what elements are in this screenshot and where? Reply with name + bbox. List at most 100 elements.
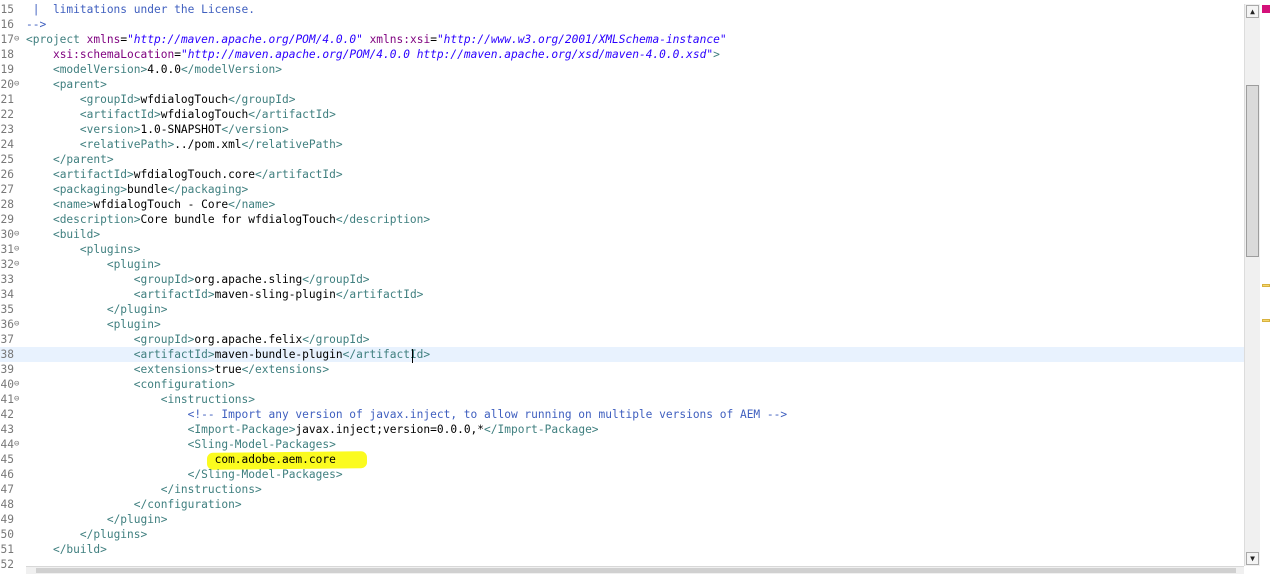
code-line[interactable]: 44 ⊖ <Sling-Model-Packages> bbox=[0, 437, 1244, 452]
code-text: <configuration> bbox=[133, 378, 235, 391]
line-number: 34 bbox=[0, 288, 14, 301]
code-line[interactable]: 33 <groupId>org.apache.sling</groupId> bbox=[0, 272, 1244, 287]
line-number: 16 bbox=[0, 18, 14, 31]
code-line[interactable]: 45 com.adobe.aem.core bbox=[0, 452, 1244, 467]
error-marker-icon[interactable] bbox=[1262, 5, 1270, 13]
code-line[interactable]: 15 | limitations under the License. bbox=[0, 2, 1244, 17]
code-line[interactable]: 35 </plugin> bbox=[0, 302, 1244, 317]
line-number: 31 bbox=[0, 243, 14, 256]
line-number: 25 bbox=[0, 153, 14, 166]
code-editor[interactable]: 15 | limitations under the License. 16 -->… bbox=[0, 0, 1244, 573]
code-text: <packaging>bundle</packaging> bbox=[52, 183, 249, 196]
fold-toggle-icon[interactable]: ⊖ bbox=[14, 257, 24, 272]
fold-toggle-icon[interactable]: ⊖ bbox=[14, 377, 24, 392]
code-text: xsi:schemaLocation="http://maven.apache.… bbox=[52, 48, 720, 61]
code-text: <!-- Import any version of javax.inject,… bbox=[187, 408, 788, 421]
code-line[interactable]: 29 <description>Core bundle for wfdialog… bbox=[0, 212, 1244, 227]
code-line[interactable]: 24 <relativePath>../pom.xml</relativePat… bbox=[0, 137, 1244, 152]
code-text: <modelVersion>4.0.0</modelVersion> bbox=[52, 63, 282, 76]
code-line[interactable]: 40 ⊖ <configuration> bbox=[0, 377, 1244, 392]
fold-toggle-icon[interactable]: ⊖ bbox=[14, 242, 24, 257]
line-number: 42 bbox=[0, 408, 14, 421]
code-line[interactable]: 38 <artifactId>maven-bundle-plugin</arti… bbox=[0, 347, 1244, 362]
line-number: 35 bbox=[0, 303, 14, 316]
code-line[interactable]: 36 ⊖ <plugin> bbox=[0, 317, 1244, 332]
code-line[interactable]: 42 <!-- Import any version of javax.inje… bbox=[0, 407, 1244, 422]
code-text: <artifactId>maven-sling-plugin</artifact… bbox=[133, 288, 424, 301]
code-line[interactable]: 39 <extensions>true</extensions> bbox=[0, 362, 1244, 377]
code-line[interactable]: 32 ⊖ <plugin> bbox=[0, 257, 1244, 272]
warning-marker-icon[interactable] bbox=[1262, 319, 1270, 322]
code-line[interactable]: 28 <name>wfdialogTouch - Core</name> bbox=[0, 197, 1244, 212]
code-line[interactable]: 30 ⊖ <build> bbox=[0, 227, 1244, 242]
line-number: 40 bbox=[0, 378, 14, 391]
horizontal-scroll-thumb[interactable] bbox=[36, 568, 1236, 573]
fold-toggle-icon[interactable]: ⊖ bbox=[14, 392, 24, 407]
fold-toggle-icon[interactable]: ⊖ bbox=[14, 77, 24, 92]
code-text: </plugins> bbox=[79, 528, 148, 541]
code-line[interactable]: 27 <packaging>bundle</packaging> bbox=[0, 182, 1244, 197]
line-number: 47 bbox=[0, 483, 14, 496]
code-line[interactable]: 51 </build> bbox=[0, 542, 1244, 557]
code-line[interactable]: 37 <groupId>org.apache.felix</groupId> bbox=[0, 332, 1244, 347]
code-text: </plugin> bbox=[106, 513, 168, 526]
code-line[interactable]: 20 ⊖ <parent> bbox=[0, 77, 1244, 92]
line-number: 36 bbox=[0, 318, 14, 331]
code-line[interactable]: 46 </Sling-Model-Packages> bbox=[0, 467, 1244, 482]
line-number: 52 bbox=[0, 558, 14, 571]
vertical-scrollbar[interactable]: ▲ ▼ bbox=[1244, 4, 1260, 566]
vertical-scroll-thumb[interactable] bbox=[1246, 85, 1259, 257]
code-line[interactable]: 18 xsi:schemaLocation="http://maven.apac… bbox=[0, 47, 1244, 62]
line-number: 32 bbox=[0, 258, 14, 271]
line-number: 33 bbox=[0, 273, 14, 286]
code-text: <groupId>org.apache.sling</groupId> bbox=[133, 273, 370, 286]
code-line[interactable]: 41 ⊖ <instructions> bbox=[0, 392, 1244, 407]
code-text: <instructions> bbox=[160, 393, 256, 406]
line-number: 46 bbox=[0, 468, 14, 481]
code-line[interactable]: 43 <Import-Package>javax.inject;version=… bbox=[0, 422, 1244, 437]
code-line[interactable]: 23 <version>1.0-SNAPSHOT</version> bbox=[0, 122, 1244, 137]
code-text: <name>wfdialogTouch - Core</name> bbox=[52, 198, 276, 211]
code-text: <extensions>true</extensions> bbox=[133, 363, 330, 376]
code-line[interactable]: 26 <artifactId>wfdialogTouch.core</artif… bbox=[0, 167, 1244, 182]
fold-toggle-icon[interactable]: ⊖ bbox=[14, 32, 24, 47]
code-text: <Sling-Model-Packages> bbox=[187, 438, 336, 451]
line-number: 28 bbox=[0, 198, 14, 211]
line-number: 39 bbox=[0, 363, 14, 376]
code-line[interactable]: 19 <modelVersion>4.0.0</modelVersion> bbox=[0, 62, 1244, 77]
code-text: <relativePath>../pom.xml</relativePath> bbox=[79, 138, 343, 151]
code-text: </instructions> bbox=[160, 483, 262, 496]
code-text: <artifactId>maven-bundle-plugin</artifac… bbox=[133, 348, 431, 361]
warning-marker-icon[interactable] bbox=[1262, 284, 1270, 287]
line-number: 18 bbox=[0, 48, 14, 61]
code-line[interactable]: 16 --> bbox=[0, 17, 1244, 32]
code-text: <plugins> bbox=[79, 243, 141, 256]
code-line[interactable]: 50 </plugins> bbox=[0, 527, 1244, 542]
code-line[interactable]: 47 </instructions> bbox=[0, 482, 1244, 497]
line-number: 22 bbox=[0, 108, 14, 121]
code-line[interactable]: 48 </configuration> bbox=[0, 497, 1244, 512]
line-number: 44 bbox=[0, 438, 14, 451]
code-text: </Sling-Model-Packages> bbox=[187, 468, 343, 481]
line-number: 26 bbox=[0, 168, 14, 181]
line-number: 45 bbox=[0, 453, 14, 466]
code-line[interactable]: 34 <artifactId>maven-sling-plugin</artif… bbox=[0, 287, 1244, 302]
scroll-up-icon[interactable]: ▲ bbox=[1246, 5, 1259, 18]
code-line[interactable]: 22 <artifactId>wfdialogTouch</artifactId… bbox=[0, 107, 1244, 122]
line-number: 29 bbox=[0, 213, 14, 226]
code-line[interactable]: 31 ⊖ <plugins> bbox=[0, 242, 1244, 257]
overview-ruler[interactable] bbox=[1260, 0, 1274, 573]
code-text: </parent> bbox=[52, 153, 114, 166]
fold-toggle-icon[interactable]: ⊖ bbox=[14, 317, 24, 332]
code-line[interactable]: 25 </parent> bbox=[0, 152, 1244, 167]
scroll-down-icon[interactable]: ▼ bbox=[1246, 552, 1259, 565]
line-number: 23 bbox=[0, 123, 14, 136]
fold-toggle-icon[interactable]: ⊖ bbox=[14, 437, 24, 452]
line-number: 38 bbox=[0, 348, 14, 361]
code-line[interactable]: 21 <groupId>wfdialogTouch</groupId> bbox=[0, 92, 1244, 107]
code-line[interactable]: 17 ⊖ <project xmlns="http://maven.apache.o… bbox=[0, 32, 1244, 47]
code-text: <parent> bbox=[52, 78, 107, 91]
fold-toggle-icon[interactable]: ⊖ bbox=[14, 227, 24, 242]
code-text: <Import-Package>javax.inject;version=0.0… bbox=[187, 423, 599, 436]
code-line[interactable]: 49 </plugin> bbox=[0, 512, 1244, 527]
